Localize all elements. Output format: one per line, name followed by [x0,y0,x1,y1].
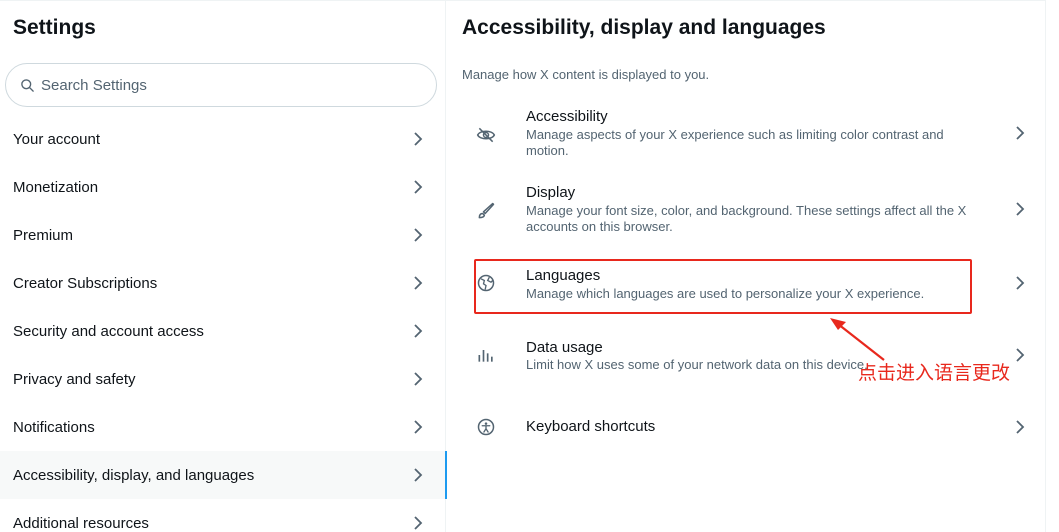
row-display[interactable]: Display Manage your font size, color, an… [446,177,1046,241]
row-accessibility[interactable]: Accessibility Manage aspects of your X e… [446,101,1046,165]
accessibility-person-icon [477,418,495,436]
nav-item-notifications[interactable]: Notifications [0,403,446,451]
nav-item-label: Additional resources [13,514,149,532]
nav-item-label: Accessibility, display, and languages [13,466,255,484]
chevron-right-icon [414,180,423,194]
page-subtitle: Manage how X content is displayed to you… [462,67,710,82]
chevron-right-icon [414,132,423,146]
search-input[interactable] [41,76,401,94]
nav-item-creator-subscriptions[interactable]: Creator Subscriptions [0,259,446,307]
chevron-right-icon [414,516,423,530]
nav-item-label: Your account [13,130,101,148]
chevron-right-icon [1016,202,1025,216]
row-description: Manage your font size, color, and backgr… [526,203,967,234]
chevron-right-icon [1016,420,1025,434]
nav-item-your-account[interactable]: Your account [0,115,446,163]
nav-item-label: Creator Subscriptions [13,274,158,292]
row-description: Manage aspects of your X experience such… [526,127,944,158]
chevron-right-icon [1016,348,1025,362]
annotation-caption: 点击进入语言更改 [858,362,1011,384]
annotation-highlight-box [474,259,972,314]
nav-item-label: Security and account access [13,322,204,340]
chevron-right-icon [414,468,423,482]
settings-title: Settings [13,16,96,39]
search-icon [21,78,34,92]
settings-page: Settings Your account Monetization Premi… [0,0,1059,532]
row-title: Data usage [526,339,603,356]
chevron-right-icon [414,276,423,290]
settings-nav: Your account Monetization Premium Creato… [0,115,447,532]
chevron-right-icon [414,372,423,386]
chevron-right-icon [414,420,423,434]
nav-item-label: Monetization [13,178,99,196]
bar-chart-icon [478,350,493,362]
nav-item-label: Privacy and safety [13,370,136,388]
row-keyboard-shortcuts[interactable]: Keyboard shortcuts [446,409,1046,445]
nav-item-label: Premium [13,226,74,244]
row-title: Display [526,184,576,201]
row-title: Keyboard shortcuts [526,418,656,435]
nav-item-label: Notifications [13,418,95,436]
chevron-right-icon [1016,126,1025,140]
chevron-right-icon [1016,276,1025,290]
nav-item-privacy[interactable]: Privacy and safety [0,355,446,403]
nav-item-monetization[interactable]: Monetization [0,163,446,211]
nav-item-accessibility-display-languages[interactable]: Accessibility, display, and languages [0,451,447,499]
chevron-right-icon [414,228,423,242]
annotation-arrow-icon [830,318,885,361]
search-box[interactable] [5,63,437,107]
nav-item-premium[interactable]: Premium [0,211,446,259]
settings-sidebar: Settings Your account Monetization Premi… [0,0,447,532]
eye-slash-icon [476,127,496,143]
nav-item-additional-resources[interactable]: Additional resources [0,499,446,532]
row-title: Accessibility [526,108,608,125]
brush-icon [478,202,495,219]
nav-item-security[interactable]: Security and account access [0,307,446,355]
page-title: Accessibility, display and languages [462,16,826,39]
chevron-right-icon [414,324,423,338]
